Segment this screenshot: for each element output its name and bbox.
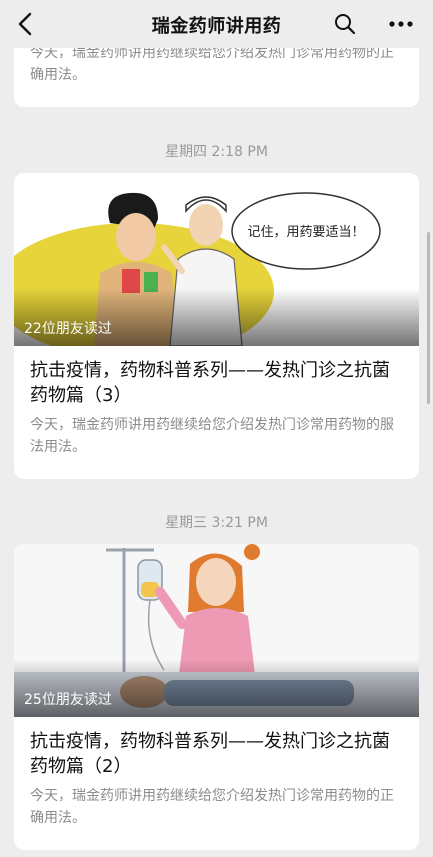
read-count: 25位朋友读过 (24, 692, 112, 708)
cover-speech-text: 记住，用药要适当！ (247, 225, 364, 240)
article-cover-image: 记住，用药要适当！ 22位朋友读过 (14, 173, 419, 346)
article-cover-image: 25位朋友读过 (14, 544, 419, 717)
article-card[interactable]: 记住，用药要适当！ 22位朋友读过 抗击疫情，药物科普系列——发热门诊之抗菌药物… (14, 173, 419, 479)
nav-bar: 瑞金药师讲用药 (0, 0, 433, 48)
article-title: 抗击疫情，药物科普系列——发热门诊之抗菌药物篇（3） (30, 360, 390, 406)
article-summary: 今天，瑞金药师讲用药继续给您介绍发热门诊常用药物的服法用法。 (30, 417, 394, 455)
message-timestamp: 星期三 3:21 PM (165, 515, 268, 531)
article-summary: 今天，瑞金药师讲用药继续给您介绍发热门诊常用药物的正确用法。 (30, 788, 394, 826)
page-title: 瑞金药师讲用药 (151, 16, 282, 37)
scrollbar[interactable] (427, 232, 430, 404)
article-title: 抗击疫情，药物科普系列——发热门诊之抗菌药物篇（2） (30, 731, 390, 777)
read-count: 22位朋友读过 (24, 321, 112, 337)
search-icon[interactable] (334, 13, 356, 35)
message-timestamp: 星期四 2:18 PM (165, 144, 268, 160)
article-card[interactable]: 25位朋友读过 抗击疫情，药物科普系列——发热门诊之抗菌药物篇（2） 今天，瑞金… (14, 544, 419, 850)
more-dots-icon[interactable] (388, 14, 414, 34)
